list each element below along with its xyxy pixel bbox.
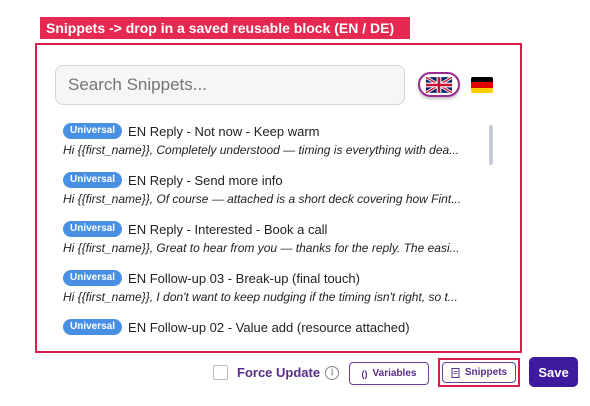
variables-label: Variables [372,368,417,379]
language-en-button[interactable] [418,72,460,97]
force-update-option: Force Update i [213,365,340,380]
snippet-preview: Hi {{first_name}}, Of course — attached … [63,192,462,206]
variables-button[interactable]: () Variables [349,362,429,385]
snippet-title: EN Follow-up 03 - Break-up (final touch) [128,270,360,286]
search-input[interactable] [55,65,405,105]
universal-badge: Universal [63,123,123,139]
universal-badge: Universal [63,319,123,335]
list-item[interactable]: Universal EN Follow-up 03 - Break-up (fi… [63,268,483,317]
list-item[interactable]: Universal EN Reply - Interested - Book a… [63,219,483,268]
snippets-highlight: Snippets [438,358,520,387]
snippet-list[interactable]: Universal EN Reply - Not now - Keep warm… [63,121,483,347]
list-scrollbar[interactable] [489,125,493,165]
snippets-label: Snippets [464,367,508,378]
save-button[interactable]: Save [529,357,578,387]
list-item[interactable]: Universal EN Reply - Send more info Hi {… [63,170,483,219]
uk-flag-icon [426,76,452,93]
list-item[interactable]: Universal EN Follow-up 02 - Value add (r… [63,317,483,347]
snippets-button[interactable]: Snippets [442,362,516,383]
snippets-panel: Universal EN Reply - Not now - Keep warm… [35,43,522,353]
snippet-title: EN Reply - Not now - Keep warm [128,123,320,139]
document-icon [451,367,460,378]
universal-badge: Universal [63,172,123,188]
snippet-title: EN Follow-up 02 - Value add (resource at… [128,319,410,335]
universal-badge: Universal [63,221,123,237]
list-item[interactable]: Universal EN Reply - Not now - Keep warm… [63,121,483,170]
universal-badge: Universal [63,270,123,286]
force-update-checkbox[interactable] [213,365,228,380]
snippet-preview: Hi {{first_name}}, I don't want to keep … [63,290,458,304]
force-update-label: Force Update [237,365,321,380]
snippet-preview: Hi {{first_name}}, Great to hear from yo… [63,241,460,255]
language-de-button[interactable] [471,77,493,93]
annotation-banner: Snippets -> drop in a saved reusable blo… [40,17,410,39]
braces-icon: () [361,368,368,379]
snippet-title: EN Reply - Interested - Book a call [128,221,328,237]
snippet-title: EN Reply - Send more info [128,172,283,188]
snippet-preview: Hi {{first_name}}, Completely understood… [63,143,460,157]
info-icon[interactable]: i [325,365,340,380]
